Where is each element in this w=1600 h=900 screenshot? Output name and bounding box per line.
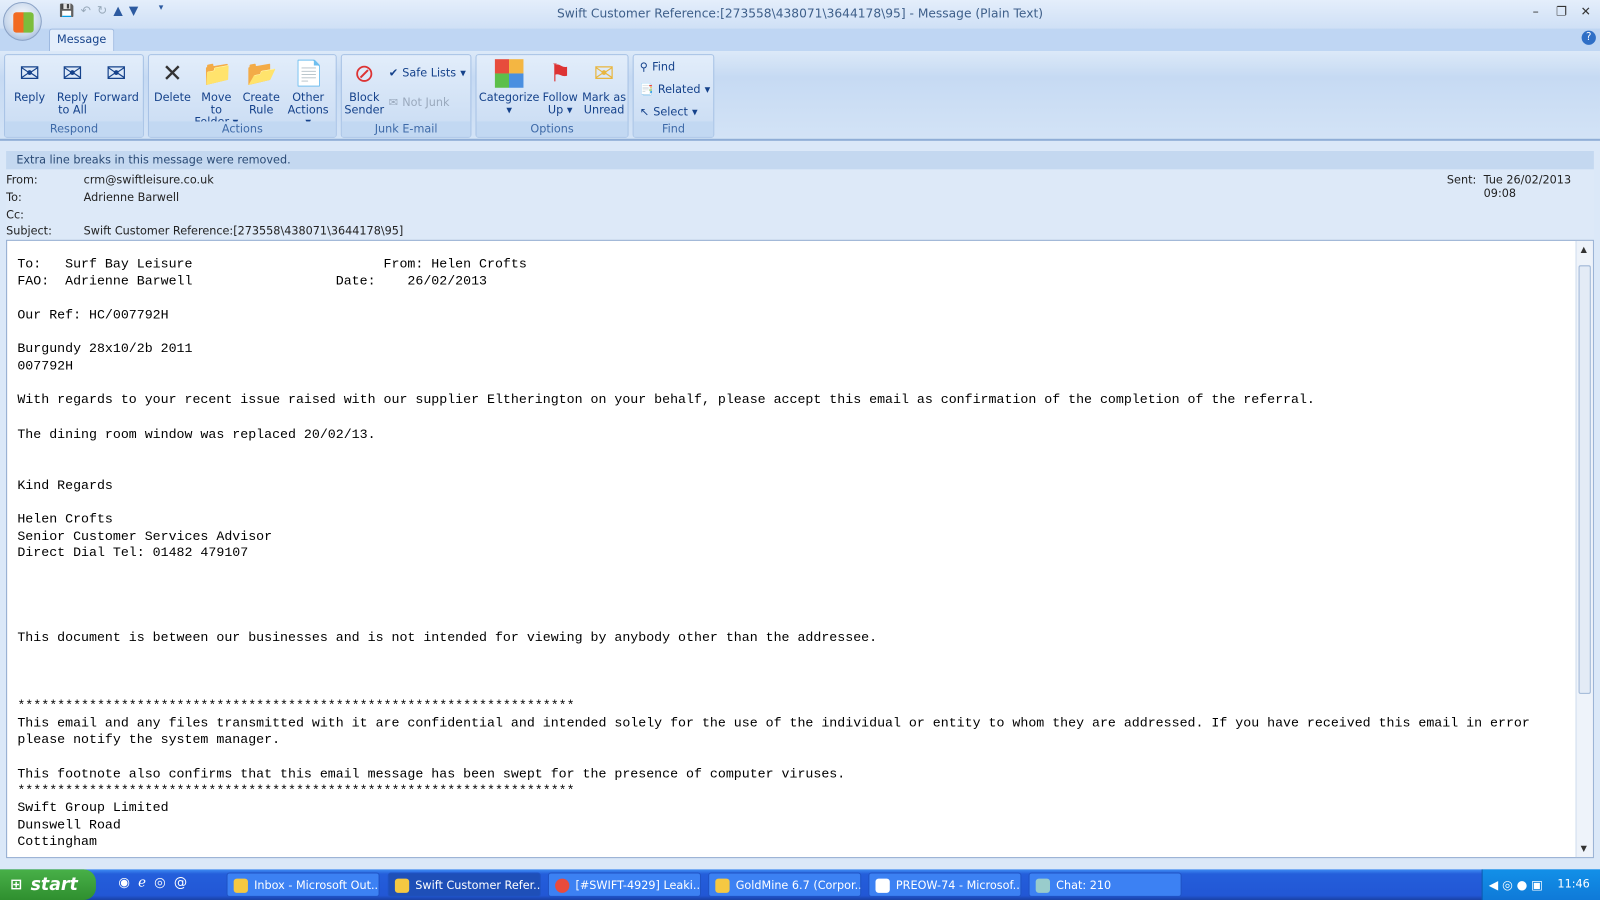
categorize-button[interactable]: Categorize ▾ [479, 59, 540, 116]
group-options: Categorize ▾ ⚑ Follow Up ▾ ✉ Mark as Unread… [475, 54, 629, 138]
envelope-icon [394, 878, 410, 893]
redo-icon[interactable]: ↻ [97, 3, 107, 23]
office-logo-icon [13, 12, 34, 33]
taskbar-item-goldmine[interactable]: GoldMine 6.7 (Corpor... [708, 872, 862, 897]
envelope-icon: ✉ [593, 59, 615, 88]
messenger-icon[interactable]: @ [174, 876, 187, 891]
minimize-button[interactable]: – [1533, 4, 1539, 18]
taskbar-item-preow[interactable]: PREOW-74 - Microsof... [868, 872, 1022, 897]
other-actions-button[interactable]: 📄Other Actions ▾ [284, 59, 333, 128]
not-junk-button[interactable]: ✉ Not Junk [389, 93, 450, 111]
info-bar[interactable]: Extra line breaks in this message were r… [6, 151, 1594, 170]
taskbar-item-chrome[interactable]: [#SWIFT-4929] Leaki... [547, 872, 702, 897]
mark-unread-button[interactable]: ✉ Mark as Unread [581, 59, 628, 116]
close-button[interactable]: ✕ [1581, 4, 1591, 18]
goldmine-icon [715, 878, 730, 893]
to-value[interactable]: Adrienne Barwell [84, 191, 179, 204]
reply-icon: ✉ [19, 59, 40, 88]
chat-icon [1035, 878, 1050, 893]
not-junk-icon: ✉ [388, 95, 399, 109]
rule-icon: 📂 [246, 59, 278, 88]
find-button[interactable]: ⚲ Find [640, 57, 675, 75]
ribbon-tab-row [0, 28, 1600, 52]
block-sender-button[interactable]: ⊘ Block Sender [344, 59, 385, 116]
tab-message[interactable]: Message [48, 28, 115, 52]
related-icon: 📑 [639, 82, 654, 96]
window-title: Swift Customer Reference:[273558\438071\… [556, 6, 1044, 21]
categorize-icon-lower [494, 73, 524, 88]
delete-button[interactable]: ✕ Delete [153, 59, 192, 104]
cc-label: Cc: [6, 208, 24, 222]
group-respond: ✉ Reply ✉ Reply to All ✉ Forward Respond [4, 54, 144, 138]
start-button[interactable]: ⊞ start [0, 869, 96, 900]
scroll-thumb[interactable] [1578, 265, 1591, 694]
folder-icon: 📁 [202, 59, 233, 88]
group-junk: ⊘ Block Sender ✔ Safe Lists ▾ ✉ Not Junk Jun… [340, 54, 472, 138]
reply-all-button[interactable]: ✉ Reply to All [52, 59, 93, 116]
follow-up-button[interactable]: ⚑ Follow Up ▾ [540, 59, 581, 116]
scroll-up-icon[interactable]: ▲ [1581, 245, 1587, 254]
to-label: To: [6, 190, 22, 205]
document-icon [875, 878, 890, 893]
forward-icon: ✉ [106, 59, 127, 88]
previous-item-icon[interactable]: ▲ [113, 3, 122, 23]
categorize-icon [494, 59, 524, 74]
system-tray: ◀ ◎ ● ▣ 11:46 [1481, 869, 1600, 900]
office-button[interactable] [3, 2, 42, 41]
sent-label: Sent: [1446, 173, 1477, 187]
chrome-icon[interactable]: ◉ [118, 876, 130, 891]
taskbar-item-inbox[interactable]: Inbox - Microsoft Out... [226, 872, 380, 897]
from-value[interactable]: crm@swiftleisure.co.uk [84, 173, 214, 186]
message-header: From: crm@swiftleisure.co.uk To: Adrienn… [6, 169, 1594, 239]
create-rule-button[interactable]: 📂 Create Rule [241, 59, 282, 116]
taskbar-item-message[interactable]: Swift Customer Refer... [387, 872, 541, 897]
outlook-icon [233, 878, 248, 893]
restore-button[interactable]: ❐ [1556, 4, 1567, 18]
title-bar: Swift Customer Reference:[273558\438071\… [0, 0, 1600, 29]
subject-value: Swift Customer Reference:[273558\438071\… [83, 224, 404, 238]
from-label: From: [6, 173, 38, 187]
move-to-folder-button[interactable]: 📁Move to Folder ▾ [194, 59, 239, 128]
save-icon[interactable]: 💾 [59, 3, 74, 23]
group-find: ⚲ Find 📑 Related ▾ ↖ Select ▾ Find [632, 54, 715, 138]
next-item-icon[interactable]: ▼ [129, 3, 138, 23]
safe-lists-icon: ✔ [388, 65, 399, 80]
clock[interactable]: 11:46 [1557, 878, 1589, 891]
ie-icon[interactable]: ℯ [138, 876, 146, 891]
select-button[interactable]: ↖ Select ▾ [640, 102, 698, 120]
subject-label: Subject: [6, 224, 52, 238]
group-label: Junk E-mail [341, 121, 471, 137]
message-body[interactable]: To: Surf Bay Leisure From: Helen Crofts … [6, 239, 1594, 859]
related-button[interactable]: 📑 Related ▾ [640, 80, 710, 98]
safe-lists-button[interactable]: ✔ Safe Lists ▾ [389, 63, 466, 81]
scroll-down-icon[interactable]: ▼ [1581, 844, 1587, 853]
delete-icon: ✕ [162, 59, 183, 88]
quick-access-toolbar: 💾 ↶ ↻ ▲ ▼ ▾ [45, 3, 163, 23]
forward-button[interactable]: ✉ Forward [93, 59, 140, 104]
quick-launch: ◉ ℯ ◎ @ [118, 876, 187, 891]
message-text: To: Surf Bay Leisure From: Helen Crofts … [17, 256, 1530, 850]
group-label: Respond [5, 121, 143, 137]
sent-value: Tue 26/02/2013 09:08 [1483, 173, 1572, 200]
binoculars-icon: ⚲ [639, 59, 649, 73]
group-label: Actions [148, 121, 336, 137]
block-icon: ⊘ [354, 59, 375, 88]
group-actions: ✕Delete 📁Move to Folder ▾ 📂Create Rule 📄… [147, 54, 337, 138]
vertical-scrollbar[interactable]: ▲ ▼ [1575, 240, 1593, 858]
outlook-icon[interactable]: ◎ [154, 876, 166, 891]
cursor-icon: ↖ [639, 104, 650, 118]
reply-button[interactable]: ✉ Reply [9, 59, 50, 104]
undo-icon[interactable]: ↶ [81, 3, 91, 23]
flag-icon: ⚑ [549, 59, 572, 88]
group-label: Find [633, 121, 714, 137]
customize-qat-icon[interactable]: ▾ [159, 3, 164, 23]
chrome-icon [555, 878, 570, 893]
windows-logo-icon: ⊞ [10, 876, 23, 893]
document-icon: 📄 [293, 59, 325, 88]
group-label: Options [476, 121, 628, 137]
help-icon[interactable]: ? [1581, 30, 1596, 45]
taskbar-item-chat[interactable]: Chat: 210 [1028, 872, 1182, 897]
reply-all-icon: ✉ [62, 59, 83, 88]
tray-icons[interactable]: ◀ ◎ ● ▣ [1489, 869, 1543, 900]
